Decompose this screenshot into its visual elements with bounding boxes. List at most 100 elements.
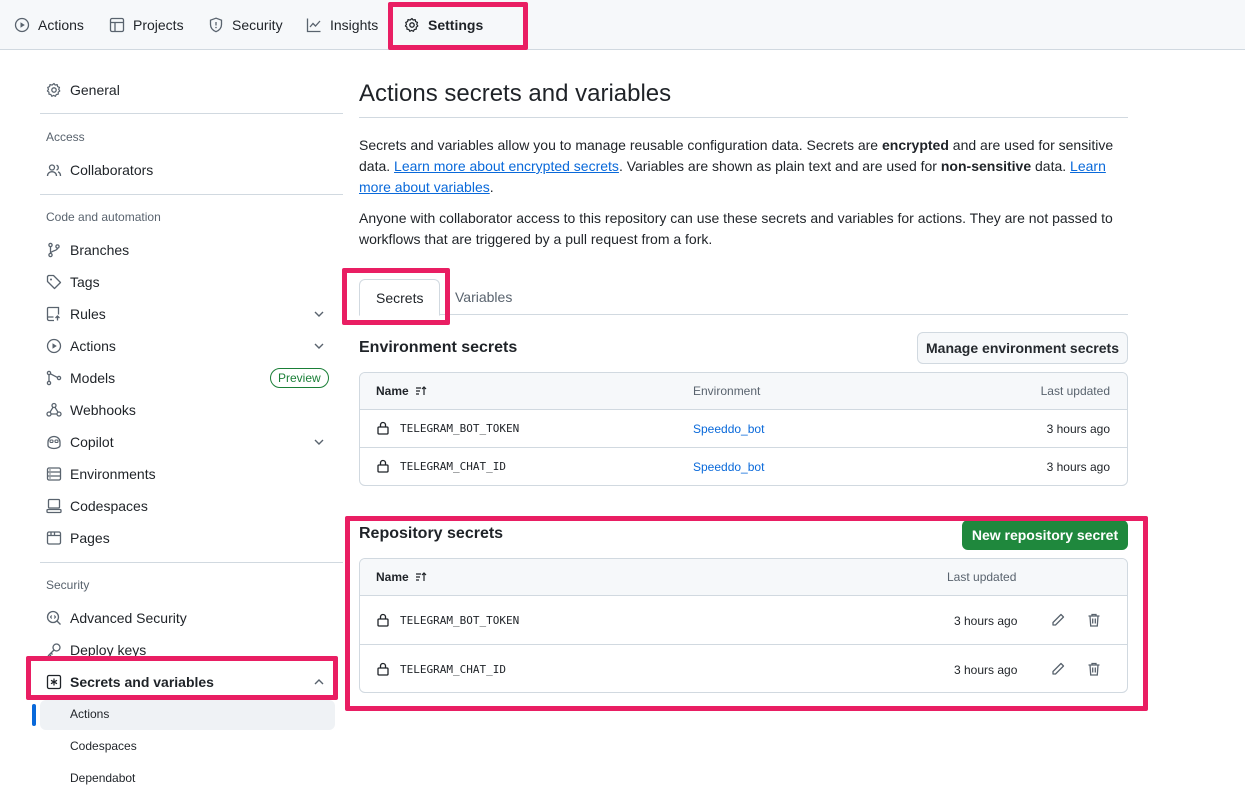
repo-nav: Actions Projects Security Insights Setti… (0, 0, 1245, 50)
environment-secrets-table: Name Environment Last updated TELEGRAM_B… (359, 372, 1128, 486)
git-branch-icon (48, 242, 60, 258)
sidebar-item-label: Deploy keys (70, 642, 147, 658)
column-label: Name (376, 570, 409, 584)
collaborator-note: Anyone with collaborator access to this … (359, 210, 1113, 247)
nav-tab-actions[interactable]: Actions (14, 14, 84, 36)
sidebar-item-webhooks[interactable]: Webhooks (46, 398, 136, 422)
sidebar-item-general[interactable]: General (46, 78, 120, 102)
column-name[interactable]: Name (376, 384, 427, 398)
sidebar-item-tags[interactable]: Tags (46, 270, 100, 294)
last-updated: 3 hours ago (954, 663, 1018, 677)
trash-icon[interactable] (1086, 661, 1102, 677)
sort-icon (415, 386, 427, 395)
environment-link[interactable]: Speeddo_bot (693, 460, 764, 474)
sidebar-heading-code-automation: Code and automation (46, 210, 161, 224)
sidebar-item-label: Tags (70, 274, 100, 290)
sidebar-divider (40, 194, 343, 195)
sidebar-divider (40, 113, 343, 114)
tab-variables[interactable]: Variables (439, 279, 528, 315)
lock-icon (377, 613, 389, 627)
secrets-variables-tabs: Secrets Variables (359, 279, 1128, 316)
sort-icon (415, 572, 427, 581)
tag-icon (46, 274, 62, 290)
sidebar-item-pages[interactable]: Pages (46, 526, 110, 550)
nav-tab-label: Projects (133, 17, 184, 33)
repository-secrets-table: Name Last updated TELEGRAM_BOT_TOKEN 3 h… (359, 558, 1128, 693)
sidebar-item-label: Branches (70, 242, 130, 258)
sidebar-subitem-active-indicator (32, 704, 36, 726)
sidebar-heading-access: Access (46, 130, 85, 144)
page-title: Actions secrets and variables (359, 80, 672, 107)
nav-tab-insights[interactable]: Insights (306, 14, 378, 36)
sidebar-item-label: General (70, 82, 120, 98)
lock-icon (377, 662, 389, 676)
sidebar-subitem-actions[interactable]: Actions (70, 707, 109, 721)
trash-icon[interactable] (1086, 612, 1102, 628)
last-updated: 3 hours ago (954, 614, 1018, 628)
column-label: Name (376, 384, 409, 398)
sidebar-heading-security: Security (46, 578, 90, 592)
chevron-up-icon[interactable] (312, 675, 326, 689)
last-updated: 3 hours ago (1046, 422, 1110, 436)
learn-more-secrets-link[interactable]: Learn more about encrypted secrets (394, 158, 619, 174)
browser-icon (46, 531, 62, 545)
chevron-down-icon[interactable] (312, 435, 326, 449)
manage-environment-secrets-button[interactable]: Manage environment secrets (917, 332, 1128, 364)
repo-push-icon (46, 306, 60, 322)
sidebar-item-environments[interactable]: Environments (46, 462, 156, 486)
secret-name: TELEGRAM_BOT_TOKEN (400, 421, 520, 435)
sidebar-item-secrets-and-variables[interactable]: Secrets and variables (46, 670, 214, 694)
tab-secrets[interactable]: Secrets (359, 279, 441, 316)
sidebar-item-advanced-security[interactable]: Advanced Security (46, 606, 187, 630)
sidebar-item-copilot[interactable]: Copilot (46, 430, 114, 454)
secret-name: TELEGRAM_CHAT_ID (400, 662, 506, 676)
secret-name: TELEGRAM_CHAT_ID (400, 459, 506, 473)
secret-name-cell: TELEGRAM_CHAT_ID (376, 459, 506, 473)
new-repository-secret-button[interactable]: New repository secret (962, 520, 1128, 550)
copilot-icon (47, 435, 61, 450)
column-last-updated: Last updated (947, 570, 1017, 584)
nav-tab-label: Insights (330, 17, 379, 33)
model-icon (46, 370, 62, 386)
desc-text: . (489, 179, 494, 195)
sidebar-item-label: Collaborators (70, 162, 154, 178)
table-header: Name Last updated (360, 559, 1127, 596)
shield-icon (209, 17, 223, 33)
desc-text: Secrets and variables allow you to manag… (359, 137, 882, 153)
sidebar-item-label: Environments (70, 466, 156, 482)
repository-secrets-heading: Repository secrets (359, 525, 504, 542)
nav-tab-security[interactable]: Security (208, 14, 283, 36)
sidebar-subitem-codespaces[interactable]: Codespaces (70, 739, 137, 753)
table-header: Name Environment Last updated (360, 373, 1127, 410)
sidebar-item-label: Models (70, 370, 116, 386)
column-last-updated: Last updated (1040, 384, 1110, 398)
sidebar-item-label: Rules (70, 306, 106, 322)
sidebar-item-branches[interactable]: Branches (46, 238, 129, 262)
sidebar-item-rules[interactable]: Rules (46, 302, 106, 326)
codespaces-icon (46, 498, 62, 514)
server-icon (46, 467, 62, 481)
sidebar-item-label: Codespaces (70, 498, 148, 514)
title-divider (359, 117, 1128, 118)
environment-link[interactable]: Speeddo_bot (693, 422, 764, 436)
table-row: TELEGRAM_CHAT_ID Speeddo_bot 3 hours ago (360, 448, 1127, 485)
pencil-icon[interactable] (1050, 661, 1066, 677)
chevron-down-icon[interactable] (312, 307, 326, 321)
table-icon (109, 17, 125, 33)
gear-icon (404, 17, 419, 32)
nav-tab-projects[interactable]: Projects (109, 14, 184, 36)
sidebar-item-codespaces[interactable]: Codespaces (46, 494, 148, 518)
pencil-icon[interactable] (1050, 612, 1066, 628)
people-icon (46, 164, 62, 177)
sidebar-item-models[interactable]: Models (46, 366, 115, 390)
sidebar-item-label: Copilot (70, 434, 114, 450)
sidebar-item-collaborators[interactable]: Collaborators (46, 158, 153, 182)
sidebar-item-deploy-keys[interactable]: Deploy keys (46, 638, 146, 662)
sidebar-subitem-dependabot[interactable]: Dependabot (70, 771, 135, 785)
sidebar-item-label: Advanced Security (70, 610, 187, 626)
chevron-down-icon[interactable] (312, 339, 326, 353)
nav-tab-settings[interactable]: Settings (404, 14, 483, 36)
sidebar-item-actions[interactable]: Actions (46, 334, 116, 358)
asterisk-box-icon (46, 674, 62, 690)
column-name[interactable]: Name (376, 570, 427, 584)
